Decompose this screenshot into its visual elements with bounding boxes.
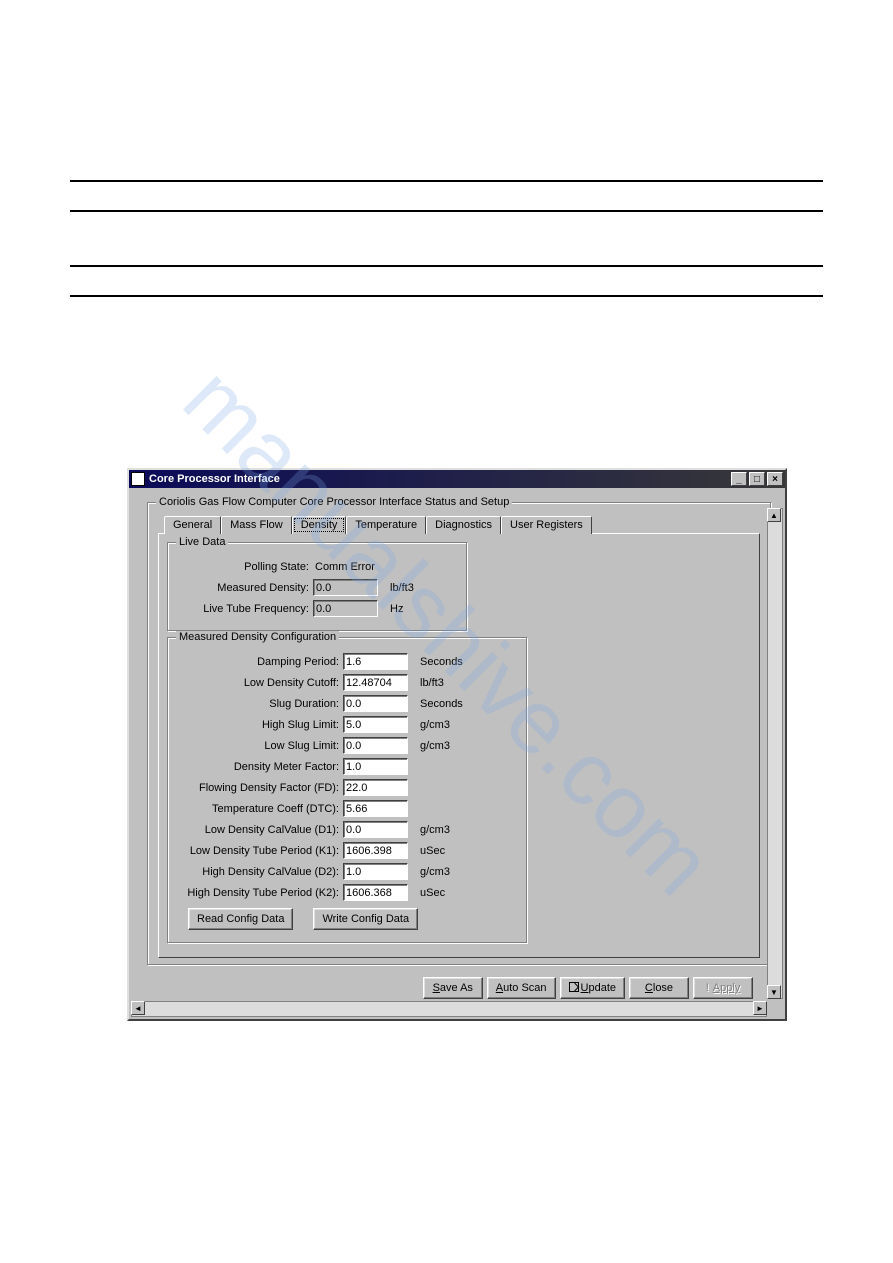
row-polling-state: Polling State: Comm Error — [178, 557, 456, 576]
close-rest: lose — [653, 982, 673, 994]
tab-general[interactable]: General — [164, 516, 221, 534]
unit-damping-period: Seconds — [420, 656, 463, 668]
client-area: Coriolis Gas Flow Computer Core Processo… — [129, 488, 785, 1019]
save-as-button[interactable]: Save As — [423, 977, 483, 999]
input-slug-duration[interactable] — [343, 695, 408, 712]
input-density-meter-factor[interactable] — [343, 758, 408, 775]
unit-high-density-calvalue: g/cm3 — [420, 866, 450, 878]
apply-button[interactable]: !Apply — [693, 977, 753, 999]
label-live-tube-frequency: Live Tube Frequency: — [178, 603, 313, 615]
unit-high-slug-limit: g/cm3 — [420, 719, 450, 731]
input-flowing-density-factor[interactable] — [343, 779, 408, 796]
input-low-density-tube-period[interactable] — [343, 842, 408, 859]
tabstrip: General Mass Flow Density Temperature Di… — [164, 516, 760, 534]
window-system-icon — [131, 472, 145, 486]
save-as-rest: ave As — [440, 982, 473, 994]
group-main: Coriolis Gas Flow Computer Core Processo… — [147, 502, 771, 965]
label-low-density-tube-period: Low Density Tube Period (K1): — [178, 845, 343, 857]
group-config-legend: Measured Density Configuration — [176, 631, 339, 643]
apply-label: Apply — [713, 982, 741, 994]
label-low-density-calvalue: Low Density CalValue (D1): — [178, 824, 343, 836]
label-measured-density: Measured Density: — [178, 582, 313, 594]
auto-scan-button[interactable]: Auto Scan — [487, 977, 556, 999]
input-high-density-calvalue[interactable] — [343, 863, 408, 880]
titlebar[interactable]: Core Processor Interface _ □ × — [129, 470, 785, 488]
group-live-data: Live Data Polling State: Comm Error Meas… — [167, 542, 467, 631]
label-slug-duration: Slug Duration: — [178, 698, 343, 710]
unit-low-slug-limit: g/cm3 — [420, 740, 450, 752]
close-button[interactable]: Close — [629, 977, 689, 999]
tab-user-registers[interactable]: User Registers — [501, 516, 592, 534]
tab-temperature[interactable]: Temperature — [346, 516, 426, 534]
unit-measured-density: lb/ft3 — [390, 582, 414, 594]
maximize-button[interactable]: □ — [749, 472, 765, 486]
unit-slug-duration: Seconds — [420, 698, 463, 710]
page-rule-1 — [70, 180, 823, 182]
group-main-legend: Coriolis Gas Flow Computer Core Processo… — [156, 496, 512, 508]
scroll-right-icon[interactable]: ► — [753, 1001, 767, 1015]
close-window-button[interactable]: × — [767, 472, 783, 486]
minimize-button[interactable]: _ — [731, 472, 747, 486]
unit-low-density-cutoff: lb/ft3 — [420, 677, 444, 689]
tab-diagnostics[interactable]: Diagnostics — [426, 516, 501, 534]
value-polling-state: Comm Error — [315, 561, 375, 573]
input-low-density-cutoff[interactable] — [343, 674, 408, 691]
input-high-slug-limit[interactable] — [343, 716, 408, 733]
scroll-down-icon[interactable]: ▼ — [767, 985, 781, 999]
page-rule-4 — [70, 295, 823, 297]
row-measured-density: Measured Density: lb/ft3 — [178, 578, 456, 597]
input-high-density-tube-period[interactable] — [343, 884, 408, 901]
input-live-tube-frequency — [313, 600, 378, 617]
window-title: Core Processor Interface — [149, 473, 729, 485]
label-flowing-density-factor: Flowing Density Factor (FD): — [178, 782, 343, 794]
tab-mass-flow[interactable]: Mass Flow — [221, 516, 292, 534]
group-live-data-legend: Live Data — [176, 536, 228, 548]
write-config-button[interactable]: Write Config Data — [313, 908, 418, 930]
label-damping-period: Damping Period: — [178, 656, 343, 668]
page-rule-3 — [70, 265, 823, 267]
label-low-slug-limit: Low Slug Limit: — [178, 740, 343, 752]
input-temperature-coeff[interactable] — [343, 800, 408, 817]
page-rule-2 — [70, 210, 823, 212]
unit-low-density-calvalue: g/cm3 — [420, 824, 450, 836]
scroll-up-icon[interactable]: ▲ — [767, 508, 781, 522]
label-high-slug-limit: High Slug Limit: — [178, 719, 343, 731]
auto-scan-rest: uto Scan — [503, 982, 546, 994]
unit-high-density-tube-period: uSec — [420, 887, 445, 899]
input-measured-density — [313, 579, 378, 596]
update-button[interactable]: Update — [560, 977, 625, 999]
label-high-density-tube-period: High Density Tube Period (K2): — [178, 887, 343, 899]
window-core-processor-interface: Core Processor Interface _ □ × Coriolis … — [127, 468, 787, 1021]
dialog-button-bar: Save As Auto Scan Update Close !Apply — [147, 971, 771, 1005]
horizontal-scrollbar[interactable]: ◄ ► — [131, 1001, 767, 1017]
tab-density[interactable]: Density — [292, 516, 347, 534]
unit-low-density-tube-period: uSec — [420, 845, 445, 857]
unit-live-tube-frequency: Hz — [390, 603, 403, 615]
input-low-slug-limit[interactable] — [343, 737, 408, 754]
input-damping-period[interactable] — [343, 653, 408, 670]
label-high-density-calvalue: High Density CalValue (D2): — [178, 866, 343, 878]
label-polling-state: Polling State: — [178, 561, 313, 573]
row-live-tube-frequency: Live Tube Frequency: Hz — [178, 599, 456, 618]
refresh-icon — [569, 982, 579, 992]
label-density-meter-factor: Density Meter Factor: — [178, 761, 343, 773]
label-temperature-coeff: Temperature Coeff (DTC): — [178, 803, 343, 815]
scroll-left-icon[interactable]: ◄ — [131, 1001, 145, 1015]
tab-panel-density: Live Data Polling State: Comm Error Meas… — [158, 533, 760, 958]
vertical-scrollbar[interactable]: ▲ ▼ — [767, 508, 783, 999]
update-rest: pdate — [588, 982, 616, 994]
label-low-density-cutoff: Low Density Cutoff: — [178, 677, 343, 689]
group-measured-density-config: Measured Density Configuration Damping P… — [167, 637, 527, 943]
read-config-button[interactable]: Read Config Data — [188, 908, 293, 930]
input-low-density-calvalue[interactable] — [343, 821, 408, 838]
